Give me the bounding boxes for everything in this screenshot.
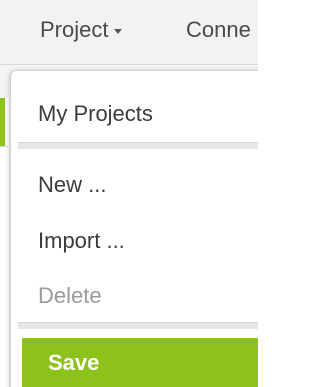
- menu-item-save-label: Save: [48, 350, 100, 375]
- page-divider: [0, 146, 9, 147]
- menu-item-my-projects[interactable]: My Projects: [38, 101, 153, 127]
- menu-item-import[interactable]: Import ...: [38, 228, 125, 254]
- page-accent-strip: [0, 98, 5, 146]
- menu-item-delete: Delete: [38, 283, 102, 308]
- app-window: Project Conne My Projects New ... Import…: [0, 0, 258, 387]
- menu-divider: [18, 142, 258, 149]
- menu-divider: [18, 322, 258, 329]
- chevron-down-icon: [114, 28, 123, 34]
- project-menu[interactable]: Project: [40, 17, 123, 43]
- menu-item-new[interactable]: New ...: [38, 172, 106, 198]
- top-menu-bar: Project Conne: [0, 0, 258, 65]
- project-menu-label: Project: [40, 17, 109, 42]
- connect-menu[interactable]: Conne: [186, 17, 251, 43]
